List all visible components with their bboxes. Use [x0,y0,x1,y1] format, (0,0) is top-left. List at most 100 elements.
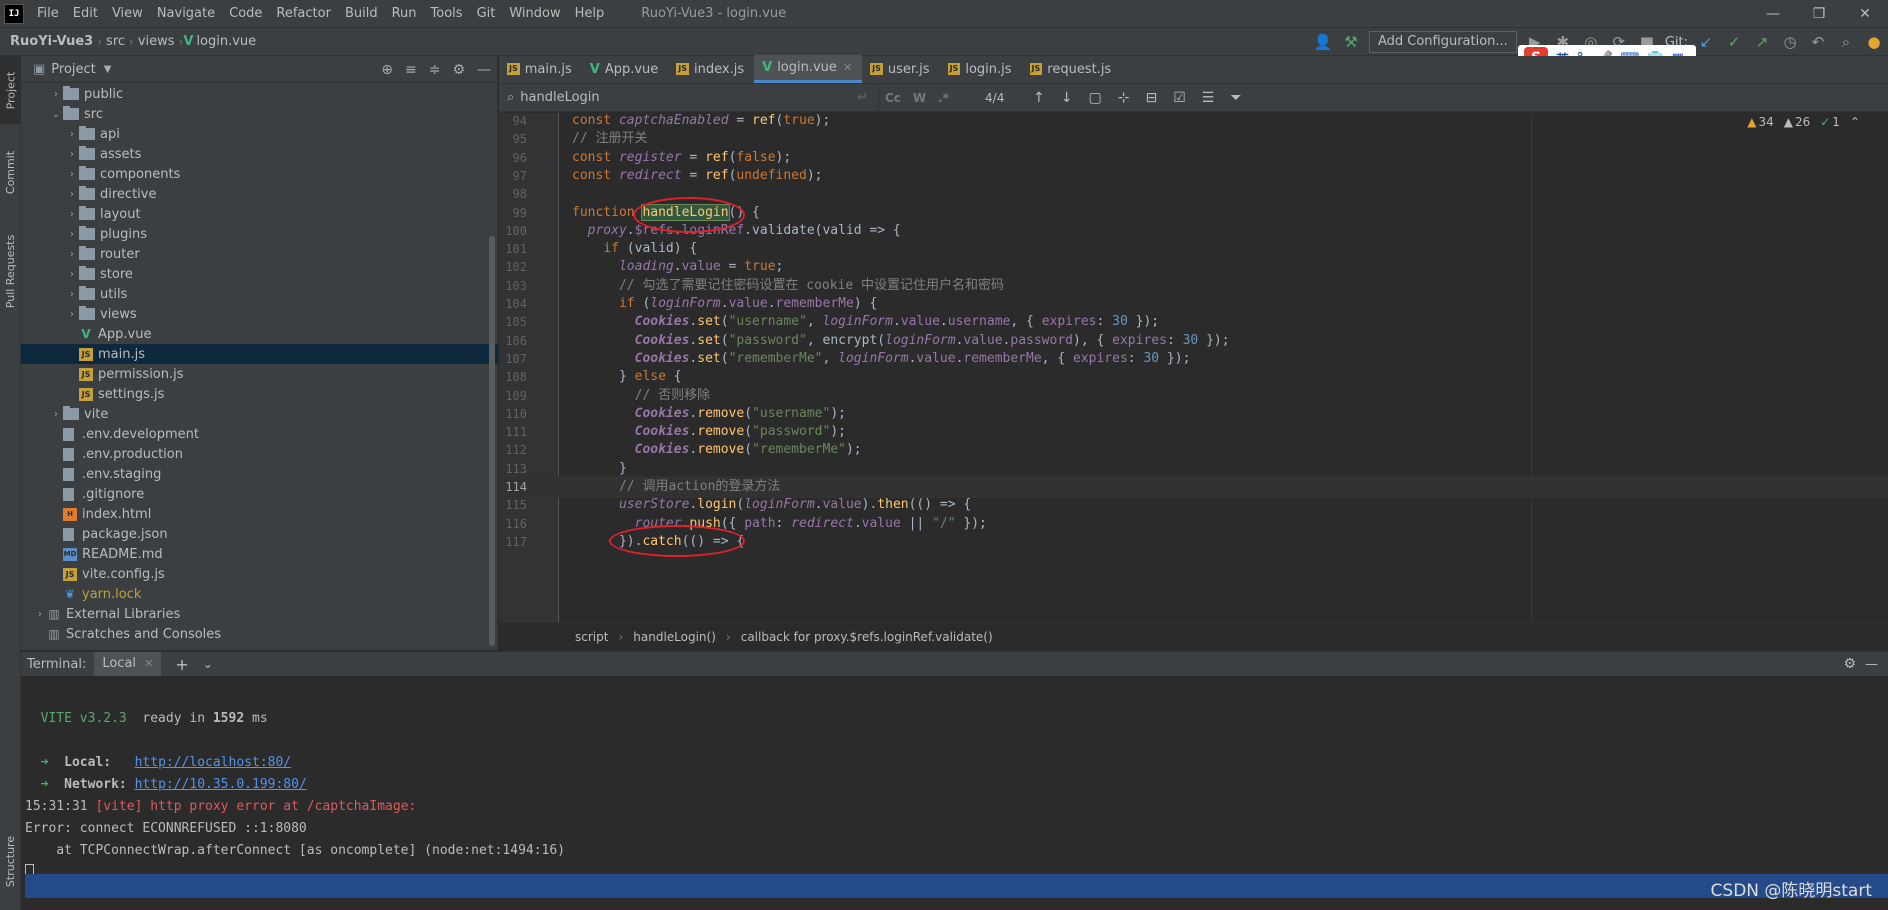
multiline-icon[interactable]: ☰ [1202,90,1215,106]
tree-item[interactable]: › directive [21,184,498,204]
rollback-icon[interactable]: ↶ [1808,33,1828,51]
chevron-icon[interactable]: › [65,169,79,180]
newline-icon[interactable]: ↵ [857,90,868,105]
menu-code[interactable]: Code [222,0,269,27]
chevron-icon[interactable]: › [65,249,79,260]
chevron-icon[interactable]: › [33,609,47,620]
tree-item[interactable]: MD README.md [21,544,498,564]
search-everywhere-icon[interactable]: ⌕ [1836,33,1856,51]
menu-refactor[interactable]: Refactor [269,0,338,27]
editor-tab[interactable]: JS user.js [862,55,939,83]
chevron-icon[interactable]: › [65,129,79,140]
menu-build[interactable]: Build [338,0,385,27]
local-url-link[interactable]: http://localhost:80/ [135,755,292,770]
tree-item[interactable]: Hindex.html [21,504,498,524]
arrow-up-icon[interactable]: ↑ [1033,90,1045,106]
close-icon[interactable]: ✕ [1842,0,1888,27]
chevron-down-icon[interactable]: ⌄ [203,657,213,671]
tree-item[interactable]: › public [21,84,498,104]
close-tab-icon[interactable]: ✕ [843,61,852,74]
pull-requests-tool-tab[interactable]: Pull Requests [0,221,21,321]
tree-item[interactable]: ▥ Scratches and Consoles [21,624,498,644]
tree-item[interactable]: JS permission.js [21,364,498,384]
minimize-icon[interactable]: — [1750,0,1796,27]
tree-item[interactable]: › utils [21,284,498,304]
chevron-icon[interactable]: › [65,189,79,200]
tree-item[interactable]: ❦ yarn.lock [21,584,498,604]
project-panel-title[interactable]: Project [45,62,95,77]
select-all-occurrences-icon[interactable]: ▢ [1088,90,1101,106]
build-hammer-icon[interactable]: ⚒ [1341,33,1361,51]
hide-icon[interactable]: — [477,62,491,78]
chevron-icon[interactable]: › [65,229,79,240]
gear-icon[interactable]: ⚙ [452,62,465,78]
tree-item[interactable]: › vite [21,404,498,424]
tree-item[interactable]: JS main.js [21,344,498,364]
chevron-icon[interactable]: › [49,409,63,420]
add-configuration-button[interactable]: Add Configuration... [1368,31,1517,53]
menu-tools[interactable]: Tools [424,0,470,27]
git-push-icon[interactable]: ↗ [1752,33,1772,51]
tree-item[interactable]: V App.vue [21,324,498,344]
editor-tab[interactable]: JS index.js [668,55,754,83]
chevron-icon[interactable]: › [65,309,79,320]
chevron-icon[interactable]: ⌄ [49,109,63,120]
collapse-all-icon[interactable]: ≑ [429,62,441,78]
tree-item[interactable]: JS vite.config.js [21,564,498,584]
filter-icon[interactable]: ⏷ [1230,90,1241,106]
structure-tool-tab[interactable]: Structure [0,821,21,901]
find-input[interactable]: ⌕ handleLogin ↵ [499,83,879,112]
editor-tab[interactable]: JS main.js [499,55,582,83]
terminal-tab-local[interactable]: Local ✕ [94,652,162,676]
history-icon[interactable]: ◷ [1780,33,1800,51]
chevron-down-icon[interactable]: ▼ [104,64,112,75]
network-url-link[interactable]: http://10.35.0.199:80/ [135,777,307,792]
code-editor[interactable]: 94 const captchaEnabled = ref(true); 95// … [499,113,1888,622]
tree-item[interactable]: › views [21,304,498,324]
menu-help[interactable]: Help [568,0,612,27]
tree-item[interactable]: › layout [21,204,498,224]
tree-item[interactable]: › plugins [21,224,498,244]
tree-item[interactable]: .env.development [21,424,498,444]
menu-edit[interactable]: Edit [66,0,105,27]
tree-item[interactable]: .env.staging [21,464,498,484]
tree-item[interactable]: › assets [21,144,498,164]
tree-item[interactable]: › components [21,164,498,184]
tree-item[interactable]: › ▥ External Libraries [21,604,498,624]
editor-tab[interactable]: JS request.js [1022,55,1122,83]
tree-item[interactable]: .env.production [21,444,498,464]
chevron-icon[interactable]: › [65,209,79,220]
words-toggle[interactable]: W [913,91,926,105]
restore-icon[interactable]: ❐ [1796,0,1842,27]
arrow-down-icon[interactable]: ↓ [1061,90,1073,106]
breadcrumb-function[interactable]: handleLogin() [633,630,716,644]
menu-file[interactable]: File [30,0,66,27]
updates-icon[interactable]: ● [1864,33,1884,51]
user-icon[interactable]: 👤 [1313,33,1333,51]
inspection-widget[interactable]: ▲ 34 ▲ 26 ✓ 1 ⌃ [1747,115,1860,129]
menu-window[interactable]: Window [502,0,567,27]
breadcrumb-project[interactable]: RuoYi-Vue3 [0,34,97,49]
chevron-icon[interactable]: › [65,269,79,280]
git-commit-icon[interactable]: ✓ [1724,33,1744,51]
chevron-icon[interactable]: › [65,289,79,300]
breadcrumb-callback[interactable]: callback for proxy.$refs.loginRef.valida… [741,630,993,644]
tree-item[interactable]: › router [21,244,498,264]
tree-item[interactable]: ⌄ src [21,104,498,124]
tree-item[interactable]: › api [21,124,498,144]
select-occurrences-icon[interactable]: ☑ [1173,90,1186,106]
project-tool-tab[interactable]: Project [0,56,21,124]
tree-item[interactable]: › store [21,264,498,284]
match-case-toggle[interactable]: Cc [885,91,901,105]
commit-tool-tab[interactable]: Commit [0,132,21,212]
breadcrumb-script[interactable]: script [575,630,608,644]
remove-selection-icon[interactable]: ⊟ [1145,90,1157,106]
git-update-icon[interactable]: ↙ [1696,33,1716,51]
editor-tab[interactable]: JS login.js [940,55,1022,83]
breadcrumb-views[interactable]: views [134,34,179,49]
tree-item[interactable]: JS settings.js [21,384,498,404]
breadcrumb-file[interactable]: login.vue [196,34,260,49]
menu-view[interactable]: View [105,0,150,27]
regex-toggle[interactable]: .* [938,91,949,105]
tree-item[interactable]: .gitignore [21,484,498,504]
